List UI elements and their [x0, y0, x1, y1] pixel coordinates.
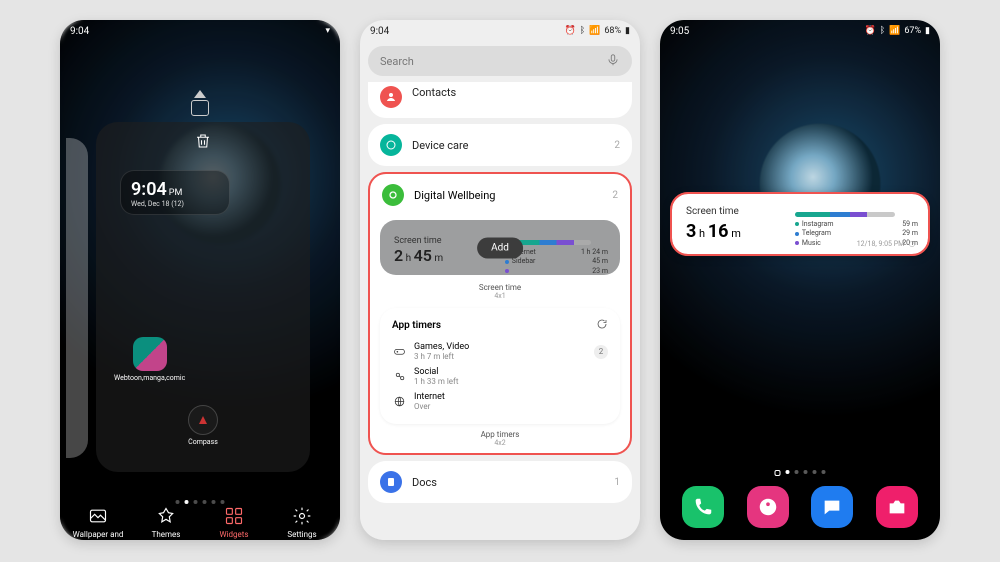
messages-icon: [821, 496, 843, 518]
timer-row-social[interactable]: Social1 h 33 m left: [392, 364, 608, 389]
status-time: 9:05: [670, 26, 689, 37]
wifi-icon: 📶: [889, 26, 900, 36]
voice-search-icon[interactable]: [606, 53, 620, 70]
widget-source-device-care[interactable]: Device care 2: [368, 124, 632, 166]
bluetooth-icon: ᛒ: [880, 26, 885, 36]
refresh-icon[interactable]: [596, 318, 608, 333]
themes-icon: [155, 505, 177, 527]
add-widget-button[interactable]: Add: [477, 237, 523, 258]
themes-button[interactable]: Themes: [132, 505, 200, 540]
gamepad-icon: [392, 345, 406, 359]
home-indicator-icon: [191, 100, 209, 116]
clock-date: Wed, Dec 18 (12): [131, 200, 219, 208]
edit-bottom-bar: Wallpaper and style Themes Widgets Setti…: [60, 499, 340, 540]
folder-icon: [133, 337, 167, 371]
widget-source-digital-wellbeing[interactable]: Digital Wellbeing 2: [370, 174, 630, 216]
status-time: 9:04: [370, 26, 389, 37]
clock-time: 9:04PM: [131, 179, 219, 200]
widget-count: 2: [612, 190, 618, 201]
home-page-card[interactable]: 9:04PM Wed, Dec 18 (12) Webtoon,manga,co…: [96, 122, 310, 472]
refresh-icon: [908, 240, 916, 248]
prev-page-peek[interactable]: [66, 138, 88, 458]
page-indicator: [775, 470, 826, 476]
widget-source-label: Device care: [412, 139, 469, 152]
gallery-icon: [757, 496, 779, 518]
widget-source-label: Digital Wellbeing: [414, 189, 495, 202]
docs-icon: [380, 471, 402, 493]
home-indicator-icon: [194, 90, 206, 98]
clock-widget[interactable]: 9:04PM Wed, Dec 18 (12): [120, 170, 230, 215]
timer-row-games[interactable]: Games, Video3 h 7 m left 2: [392, 339, 608, 364]
widget-source-digital-wellbeing-expanded: Digital Wellbeing 2 Screen time 2 h 45 m…: [368, 172, 632, 455]
search-input[interactable]: Search: [368, 46, 632, 76]
status-bar: 9:04 ⏰ ᛒ 📶 68% ▮: [360, 20, 640, 42]
compass-icon: [188, 405, 218, 435]
social-icon: [392, 370, 406, 384]
widget-count: 1: [614, 477, 620, 488]
bluetooth-icon: ᛒ: [580, 26, 585, 36]
widget-source-label: Contacts: [412, 86, 456, 99]
status-time: 9:04: [70, 26, 89, 37]
wallpaper: [660, 20, 940, 540]
phone-app[interactable]: [682, 486, 724, 528]
phone-icon: [692, 496, 714, 518]
dock: [660, 486, 940, 528]
settings-button[interactable]: Settings: [268, 505, 336, 540]
gallery-app[interactable]: [747, 486, 789, 528]
status-icons: ⏰ ᛒ 📶 67% ▮: [864, 26, 930, 36]
globe-icon: [392, 395, 406, 409]
battery-label: 67%: [904, 26, 921, 36]
timers-caption: App timers 4x2: [370, 430, 630, 447]
status-bar: 9:04 ▾: [60, 20, 340, 42]
widget-timestamp: 12/18, 9:05 PM: [857, 240, 916, 248]
messages-app[interactable]: [811, 486, 853, 528]
camera-icon: [886, 496, 908, 518]
wallpaper-button[interactable]: Wallpaper and style: [64, 505, 132, 540]
wifi-icon: ▾: [325, 26, 330, 36]
battery-label: 68%: [604, 26, 621, 36]
preview-caption: Screen time 4x1: [370, 283, 630, 300]
screen-time-widget-preview[interactable]: Screen time 2 h 45 m Internet1 h 24 m Si…: [380, 220, 620, 275]
trash-icon[interactable]: [194, 132, 212, 150]
usage-bar: [795, 212, 895, 217]
wallpaper-icon: [87, 505, 109, 527]
contacts-icon: [380, 86, 402, 108]
alarm-icon: ⏰: [864, 26, 875, 36]
phone-1-home-edit: 9:04 ▾ 9:04PM Wed, Dec 18 (12) Webtoon,m…: [60, 20, 340, 540]
status-icons: ▾: [325, 26, 330, 36]
compass-app[interactable]: Compass: [188, 405, 218, 446]
battery-icon: ▮: [925, 26, 930, 36]
wifi-icon: 📶: [589, 26, 600, 36]
digital-wellbeing-icon: [382, 184, 404, 206]
count-badge: 2: [594, 345, 608, 359]
timer-row-internet[interactable]: InternetOver: [392, 389, 608, 414]
screen-time-widget[interactable]: Screen time 3 h 16 m Instagram59 m Teleg…: [670, 192, 930, 256]
device-care-icon: [380, 134, 402, 156]
folder-label: Webtoon,manga,comic: [114, 374, 185, 382]
app-timers-widget-preview[interactable]: App timers Games, Video3 h 7 m left 2 So…: [380, 308, 620, 424]
widget-source-docs[interactable]: Docs 1: [368, 461, 632, 503]
gear-icon: [291, 505, 313, 527]
alarm-icon: ⏰: [564, 26, 575, 36]
app-folder-webtoon[interactable]: Webtoon,manga,comic: [114, 337, 185, 382]
search-placeholder: Search: [380, 55, 414, 68]
widgets-button[interactable]: Widgets: [200, 505, 268, 540]
battery-icon: ▮: [625, 26, 630, 36]
status-bar: 9:05 ⏰ ᛒ 📶 67% ▮: [660, 20, 940, 42]
camera-app[interactable]: [876, 486, 918, 528]
widgets-icon: [223, 505, 245, 527]
timers-title: App timers: [392, 320, 441, 331]
phone-3-home-with-widget: 9:05 ⏰ ᛒ 📶 67% ▮ Screen time 3 h 16 m In…: [660, 20, 940, 540]
status-icons: ⏰ ᛒ 📶 68% ▮: [564, 26, 630, 36]
phone-2-widget-picker: 9:04 ⏰ ᛒ 📶 68% ▮ Search Contacts Device …: [360, 20, 640, 540]
widget-count: 2: [614, 140, 620, 151]
compass-label: Compass: [188, 438, 218, 446]
widget-source-contacts[interactable]: Contacts: [368, 82, 632, 118]
widget-source-label: Docs: [412, 476, 437, 489]
